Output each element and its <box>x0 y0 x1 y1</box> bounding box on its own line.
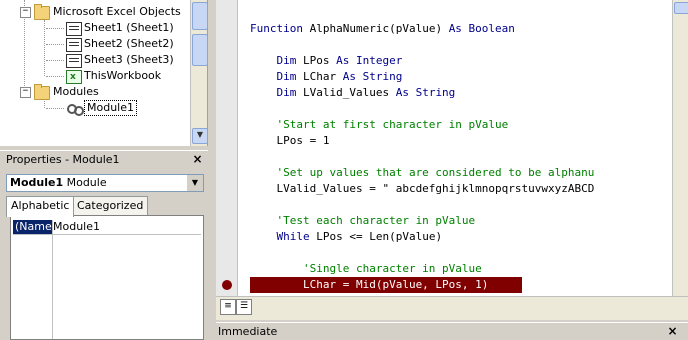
code-token: Dim <box>250 86 303 99</box>
code-token: LPos = 1 <box>250 134 330 147</box>
folder-icon <box>34 84 50 100</box>
code-token: 'Test each character in pValue <box>250 214 476 227</box>
code-line[interactable]: Dim LValid_Values As String <box>250 85 455 101</box>
scrollbar-thumb[interactable] <box>192 2 208 30</box>
close-icon[interactable]: × <box>666 325 679 338</box>
module-icon <box>66 102 84 116</box>
collapse-icon[interactable]: − <box>20 7 31 18</box>
code-token: Dim <box>250 70 303 83</box>
code-line[interactable]: Dim LChar As String <box>250 69 402 85</box>
properties-grid: (Name) Module1 <box>10 215 204 340</box>
tree-node-label: Microsoft Excel Objects <box>53 5 181 18</box>
tree-node-label: Sheet3 (Sheet3) <box>84 53 174 66</box>
collapse-icon[interactable]: − <box>20 87 31 98</box>
full-module-view-icon[interactable]: ☰ <box>236 299 252 315</box>
code-token: LPos <box>302 54 337 67</box>
code-line[interactable]: LValid_Values = " abcdefghijklmnopqrstuv… <box>250 181 594 197</box>
tree-node-label: Sheet1 (Sheet1) <box>84 21 174 34</box>
code-token: As Boolean <box>448 22 515 35</box>
immediate-titlebar <box>216 322 688 340</box>
code-token: 'Start at first character in pValue <box>250 118 509 131</box>
tree-scrollbar[interactable]: ▼ <box>190 0 208 146</box>
code-token: LValid_Values <box>302 86 396 99</box>
object-type: Module <box>66 176 107 189</box>
tree-node-label: ThisWorkbook <box>84 69 162 82</box>
breakpoint-icon[interactable] <box>222 280 232 290</box>
scrollbar-thumb[interactable] <box>674 2 688 14</box>
code-token: As String <box>395 86 456 99</box>
code-line[interactable]: 'Single character in pValue <box>250 261 482 277</box>
code-token: LValid_Values = " abcdefghijklmnopqrstuv… <box>250 182 595 195</box>
code-token: Function <box>250 22 310 35</box>
tree-node-label: Modules <box>53 85 99 98</box>
worksheet-icon <box>66 38 82 52</box>
code-token: 'Set up values that are considered to be… <box>250 166 595 179</box>
code-line[interactable]: Function AlphaNumeric(pValue) As Boolean <box>250 21 515 37</box>
code-token: 'Single character in pValue <box>250 262 482 275</box>
code-token: LPos <= Len(pValue) <box>316 230 443 243</box>
close-icon[interactable]: × <box>191 153 204 166</box>
editor-vertical-scrollbar[interactable] <box>672 0 688 296</box>
code-token: LChar = Mid(pValue, LPos, 1) <box>250 278 489 291</box>
code-line[interactable]: While LPos <= Len(pValue) <box>250 229 442 245</box>
folder-icon <box>34 4 50 20</box>
immediate-title: Immediate <box>218 325 278 338</box>
object-name: Module1 <box>10 176 64 189</box>
object-selector-dropdown[interactable]: Module1 Module ▼ <box>6 174 204 192</box>
code-token: AlphaNumeric(pValue) <box>309 22 449 35</box>
properties-tabs: Alphabetic Categorized <box>6 196 204 217</box>
chevron-down-icon[interactable]: ▼ <box>187 175 203 191</box>
code-line[interactable]: 'Test each character in pValue <box>250 213 475 229</box>
worksheet-icon <box>66 54 82 68</box>
workbook-icon <box>66 69 82 85</box>
editor-horizontal-scrollbar[interactable] <box>216 296 688 320</box>
code-token: As Integer <box>336 54 403 67</box>
code-line[interactable]: LPos = 1 <box>250 133 329 149</box>
code-line[interactable]: LChar = Mid(pValue, LPos, 1) <box>250 277 488 293</box>
code-token: While <box>250 230 317 243</box>
property-name[interactable]: (Name) <box>13 220 56 234</box>
column-divider[interactable] <box>52 220 53 339</box>
properties-title: Properties - Module1 <box>6 153 120 166</box>
property-value[interactable]: Module1 <box>53 220 100 234</box>
worksheet-icon <box>66 22 82 36</box>
margin-indicator-bar[interactable] <box>216 0 238 296</box>
code-token: LChar <box>302 70 343 83</box>
scroll-down-icon[interactable]: ▼ <box>192 128 208 144</box>
code-token: Dim <box>250 54 303 67</box>
row-divider <box>13 234 201 235</box>
code-line[interactable]: 'Start at first character in pValue <box>250 117 508 133</box>
code-line[interactable]: Dim LPos As Integer <box>250 53 402 69</box>
code-line[interactable]: 'Set up values that are considered to be… <box>250 165 594 181</box>
procedure-view-icon[interactable]: ≡ <box>220 299 236 315</box>
tab-alphabetic[interactable]: Alphabetic <box>6 196 75 217</box>
tree-node-label: Module1 <box>84 100 137 116</box>
code-token: As String <box>342 70 403 83</box>
tab-categorized[interactable]: Categorized <box>72 196 149 216</box>
scrollbar-thumb[interactable] <box>192 34 208 66</box>
tree-node-label: Sheet2 (Sheet2) <box>84 37 174 50</box>
